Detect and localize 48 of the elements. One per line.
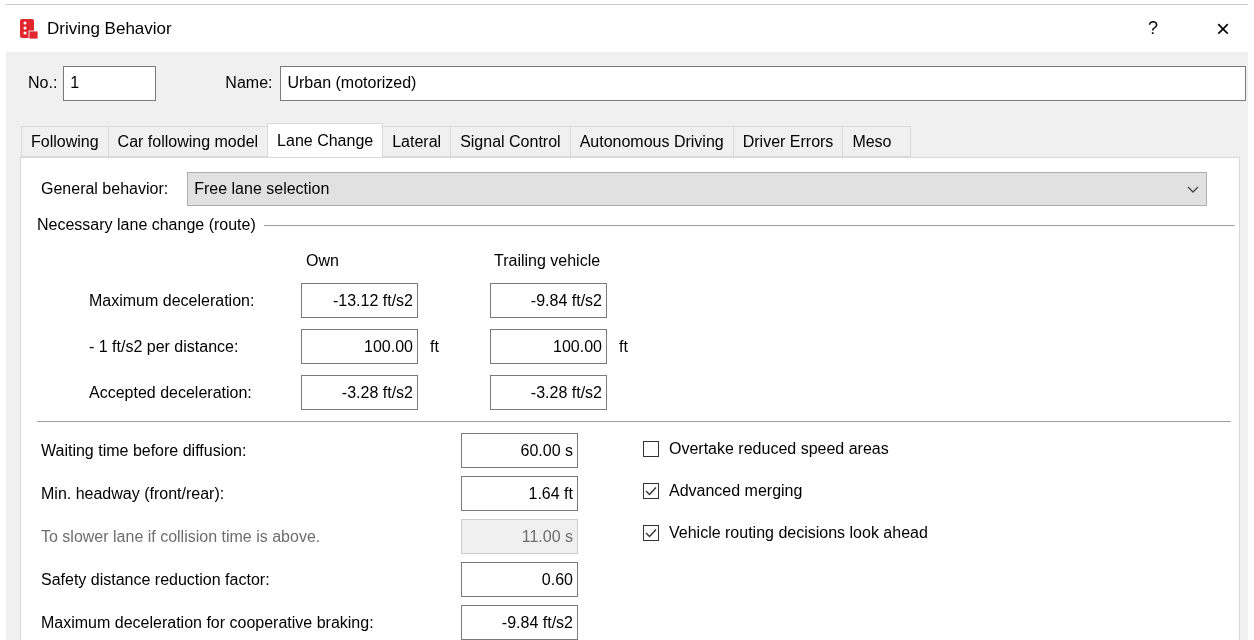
input-field[interactable]: -9.84 ft/s2: [461, 605, 578, 640]
input-field[interactable]: 100.00: [490, 329, 607, 364]
app-icon: [20, 18, 38, 39]
input-field[interactable]: -9.84 ft/s2: [490, 283, 607, 318]
group-title: Necessary lane change (route): [37, 216, 256, 234]
field-label: To slower lane if collision time is above.: [41, 527, 322, 546]
tab[interactable]: Car following model: [107, 126, 268, 157]
checkbox[interactable]: [643, 525, 659, 541]
checkbox[interactable]: [643, 441, 659, 457]
number-field[interactable]: 1: [63, 65, 157, 101]
number-label: No.:: [28, 74, 58, 92]
input-field[interactable]: -13.12 ft/s2: [301, 283, 418, 318]
tab[interactable]: Signal Control: [450, 126, 570, 157]
column-heading: Trailing vehicle: [494, 252, 601, 271]
checkbox[interactable]: [643, 483, 659, 499]
help-button[interactable]: ?: [1138, 18, 1168, 39]
checkbox-label[interactable]: Advanced merging: [669, 482, 803, 500]
tab[interactable]: Lateral: [382, 126, 451, 157]
input-field[interactable]: -3.28 ft/s2: [301, 375, 418, 410]
checkbox-label[interactable]: Vehicle routing decisions look ahead: [669, 524, 928, 542]
field-label: Maximum deceleration:: [89, 291, 256, 310]
general-behavior-dropdown[interactable]: Free lane selection: [187, 172, 1208, 206]
input-field[interactable]: 1.64 ft: [461, 476, 578, 511]
field-label: Maximum deceleration for cooperative braking:: [41, 613, 375, 632]
field-label: - 1 ft/s2 per distance:: [89, 337, 240, 356]
field-label: Min. headway (front/rear):: [41, 484, 226, 503]
column-heading: Own: [306, 252, 340, 271]
unit-label: ft: [619, 337, 628, 355]
tab[interactable]: Autonomous Driving: [569, 126, 733, 157]
caret-icon: [1186, 184, 1201, 194]
tab[interactable]: Meso: [842, 126, 911, 157]
general-behavior-label: General behavior:: [41, 180, 169, 198]
window-title: Driving Behavior: [47, 18, 173, 39]
input-field[interactable]: -3.28 ft/s2: [490, 375, 607, 410]
input-field[interactable]: 0.60: [461, 562, 578, 597]
field-label: Accepted deceleration:: [89, 383, 253, 402]
field-label: Safety distance reduction factor:: [41, 570, 271, 589]
checkbox-label[interactable]: Overtake reduced speed areas: [669, 440, 889, 458]
tab[interactable]: Following: [21, 126, 108, 157]
name-field[interactable]: Urban (motorized): [280, 65, 1246, 101]
tab[interactable]: Lane Change: [267, 123, 384, 157]
name-label: Name:: [225, 74, 273, 92]
input-field[interactable]: 100.00: [301, 329, 418, 364]
tab[interactable]: Driver Errors: [732, 126, 843, 157]
input-field[interactable]: 60.00 s: [461, 433, 578, 468]
unit-label: ft: [430, 337, 439, 355]
field-label: Waiting time before diffusion:: [41, 441, 248, 460]
close-button[interactable]: ×: [1208, 14, 1238, 43]
